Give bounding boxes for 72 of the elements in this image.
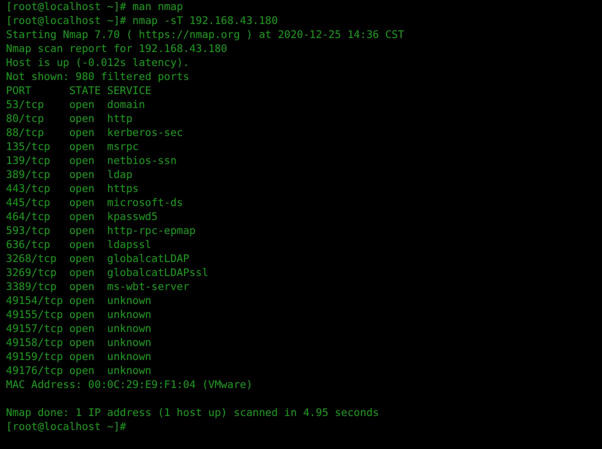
state-cell-text: open [69, 238, 96, 252]
port-cell-text: 80/tcp [6, 112, 45, 126]
column-header: STATE [69, 84, 102, 98]
column-header: SERVICE [107, 84, 152, 98]
service-cell: unknown [107, 308, 152, 322]
service-cell: ldap [107, 168, 132, 182]
state-cell-text: open [69, 126, 96, 140]
port-cell-text: 3269/tcp [6, 266, 58, 280]
terminal-line: Host is up (-0.012s latency). [6, 56, 190, 70]
terminal-line: Not shown: 980 filtered ports [6, 70, 190, 84]
port-cell-text: 3389/tcp [6, 280, 58, 294]
port-cell-text: 3268/tcp [6, 252, 58, 266]
port-cell-text: 445/tcp [6, 196, 52, 210]
port-cell-text: 49176/tcp [6, 364, 64, 378]
service-cell: globalcatLDAPssl [107, 266, 208, 280]
port-cell-text: 593/tcp [6, 224, 52, 238]
service-cell: unknown [107, 350, 152, 364]
state-cell-text: open [69, 112, 96, 126]
service-cell: unknown [107, 364, 152, 378]
service-cell: http-rpc-epmap [107, 224, 196, 238]
state-cell-text: open [69, 168, 96, 182]
port-cell-text: 49155/tcp [6, 308, 64, 322]
service-cell: netbios-ssn [107, 154, 177, 168]
terminal-line: [root@localhost ~]# nmap -sT 192.168.43.180 [6, 14, 278, 28]
service-cell: unknown [107, 322, 152, 336]
state-cell-text: open [69, 350, 96, 364]
service-cell: domain [107, 98, 146, 112]
terminal-line: [root@localhost ~]# man nmap [6, 0, 184, 14]
port-cell-text: 49154/tcp [6, 294, 64, 308]
port-cell-text: 135/tcp [6, 140, 52, 154]
port-cell-text: 139/tcp [6, 154, 52, 168]
state-cell-text: open [69, 336, 96, 350]
state-cell-text: open [69, 196, 96, 210]
service-cell: globalcatLDAP [107, 252, 190, 266]
state-cell-text: open [69, 98, 96, 112]
port-cell-text: 636/tcp [6, 238, 52, 252]
state-cell-text: open [69, 266, 96, 280]
state-cell-text: open [69, 210, 96, 224]
state-cell-text: open [69, 322, 96, 336]
state-cell-text: open [69, 280, 96, 294]
service-cell: kerberos-sec [107, 126, 183, 140]
state-cell-text: open [69, 294, 96, 308]
service-cell: unknown [107, 294, 152, 308]
state-cell-text: open [69, 252, 96, 266]
terminal-line: Starting Nmap 7.70 ( https://nmap.org ) at 2020-12-25 14:36 CST [6, 28, 404, 42]
service-cell: http [107, 112, 132, 126]
service-cell: ms-wbt-server [107, 280, 190, 294]
port-cell-text: 49159/tcp [6, 350, 64, 364]
column-header: PORT [6, 84, 32, 98]
port-cell-text: 443/tcp [6, 182, 52, 196]
service-cell: https [107, 182, 139, 196]
state-cell-text: open [69, 182, 96, 196]
port-cell-text: 389/tcp [6, 168, 52, 182]
terminal-line: Nmap done: 1 IP address (1 host up) scanned in 4.95 seconds [6, 406, 379, 420]
service-cell: unknown [107, 336, 152, 350]
port-cell-text: 53/tcp [6, 98, 45, 112]
terminal-line: [root@localhost ~]# [6, 420, 126, 434]
service-cell: microsoft-ds [107, 196, 183, 210]
service-cell: ldapssl [107, 238, 152, 252]
service-cell: kpasswd5 [107, 210, 158, 224]
state-cell-text: open [69, 308, 96, 322]
state-cell-text: open [69, 140, 96, 154]
state-cell-text: open [69, 154, 96, 168]
state-cell-text: open [69, 364, 96, 378]
port-cell-text: 464/tcp [6, 210, 52, 224]
service-cell: msrpc [107, 140, 139, 154]
port-cell-text: 88/tcp [6, 126, 45, 140]
terminal-line: Nmap scan report for 192.168.43.180 [6, 42, 228, 56]
terminal-line: MAC Address: 00:0C:29:E9:F1:04 (VMware) [6, 378, 253, 392]
port-cell-text: 49158/tcp [6, 336, 64, 350]
port-cell-text: 49157/tcp [6, 322, 64, 336]
state-cell-text: open [69, 224, 96, 238]
